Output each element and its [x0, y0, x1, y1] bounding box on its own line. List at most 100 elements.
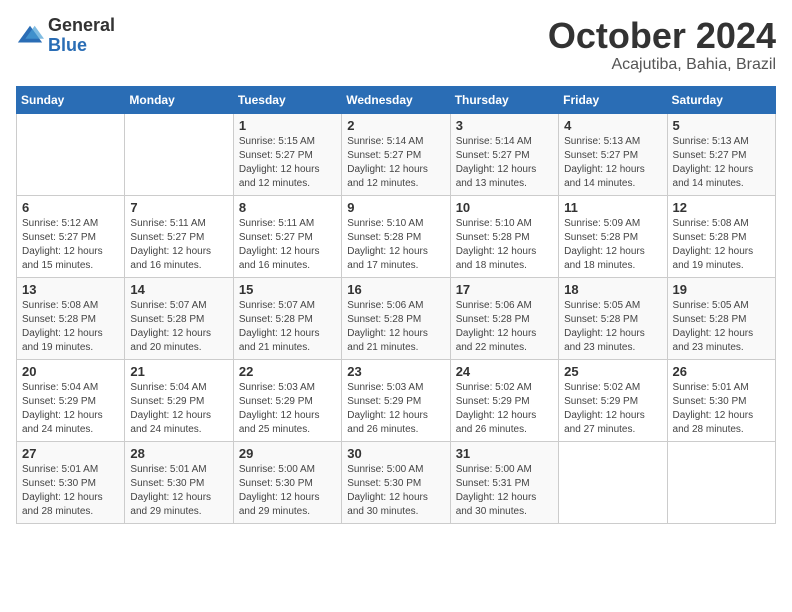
calendar-title: October 2024: [548, 16, 776, 56]
calendar-cell: 30Sunrise: 5:00 AMSunset: 5:30 PMDayligh…: [342, 441, 450, 523]
calendar-cell: [17, 113, 125, 195]
calendar-cell: 1 Sunrise: 5:15 AMSunset: 5:27 PMDaylight…: [233, 113, 341, 195]
calendar-cell: 10Sunrise: 5:10 AMSunset: 5:28 PMDayligh…: [450, 195, 558, 277]
calendar-cell: 17 Sunrise: 5:06 AMSunset: 5:28 PMDayligh…: [450, 277, 558, 359]
day-info: Sunrise: 5:06 AMSunset: 5:28 PMDaylight:…: [456, 299, 553, 355]
day-info: Sunrise: 5:10 AMSunset: 5:28 PMDaylight:…: [347, 217, 444, 273]
day-info: Sunrise: 5:13 AMSunset: 5:27 PMDaylight:…: [564, 135, 661, 191]
day-info: Sunrise: 5:00 AMSunset: 5:30 PMDaylight:…: [239, 463, 336, 519]
logo-icon: [16, 22, 44, 50]
day-number: 15: [239, 282, 336, 297]
day-number: 23: [347, 364, 444, 379]
calendar-cell: 4 Sunrise: 5:13 AMSunset: 5:27 PMDaylight…: [559, 113, 667, 195]
day-number: 9: [347, 200, 444, 215]
day-number: 4: [564, 118, 661, 133]
day-number: 10: [456, 200, 553, 215]
day-info: Sunrise: 5:03 AMSunset: 5:29 PMDaylight:…: [347, 381, 444, 437]
day-number: 17: [456, 282, 553, 297]
day-info: Sunrise: 5:01 AMSunset: 5:30 PMDaylight:…: [130, 463, 227, 519]
title-block: October 2024 Acajutiba, Bahia, Brazil: [548, 16, 776, 74]
calendar-cell: 20 Sunrise: 5:04 AMSunset: 5:29 PMDayligh…: [17, 359, 125, 441]
day-info: Sunrise: 5:04 AMSunset: 5:29 PMDaylight:…: [22, 381, 119, 437]
calendar-cell: 18Sunrise: 5:05 AMSunset: 5:28 PMDayligh…: [559, 277, 667, 359]
day-info: Sunrise: 5:05 AMSunset: 5:28 PMDaylight:…: [564, 299, 661, 355]
day-info: Sunrise: 5:14 AMSunset: 5:27 PMDaylight:…: [456, 135, 553, 191]
day-info: Sunrise: 5:07 AMSunset: 5:28 PMDaylight:…: [130, 299, 227, 355]
day-info: Sunrise: 5:15 AMSunset: 5:27 PMDaylight:…: [239, 135, 336, 191]
day-info: Sunrise: 5:02 AMSunset: 5:29 PMDaylight:…: [564, 381, 661, 437]
calendar-cell: 6Sunrise: 5:12 AMSunset: 5:27 PMDaylight…: [17, 195, 125, 277]
day-info: Sunrise: 5:08 AMSunset: 5:28 PMDaylight:…: [673, 217, 770, 273]
calendar-week-row: 20 Sunrise: 5:04 AMSunset: 5:29 PMDayligh…: [17, 359, 776, 441]
calendar-cell: 12 Sunrise: 5:08 AMSunset: 5:28 PMDayligh…: [667, 195, 775, 277]
calendar-week-row: 1 Sunrise: 5:15 AMSunset: 5:27 PMDaylight…: [17, 113, 776, 195]
calendar-cell: 28Sunrise: 5:01 AMSunset: 5:30 PMDayligh…: [125, 441, 233, 523]
day-number: 2: [347, 118, 444, 133]
logo-text: General Blue: [48, 16, 115, 56]
calendar-cell: 8 Sunrise: 5:11 AMSunset: 5:27 PMDaylight…: [233, 195, 341, 277]
calendar-cell: 23 Sunrise: 5:03 AMSunset: 5:29 PMDayligh…: [342, 359, 450, 441]
day-number: 26: [673, 364, 770, 379]
calendar-cell: [667, 441, 775, 523]
calendar-cell: 9 Sunrise: 5:10 AMSunset: 5:28 PMDaylight…: [342, 195, 450, 277]
calendar-cell: 31 Sunrise: 5:00 AMSunset: 5:31 PMDayligh…: [450, 441, 558, 523]
day-info: Sunrise: 5:01 AMSunset: 5:30 PMDaylight:…: [673, 381, 770, 437]
day-number: 20: [22, 364, 119, 379]
weekday-header: Wednesday: [342, 86, 450, 113]
calendar-cell: 22Sunrise: 5:03 AMSunset: 5:29 PMDayligh…: [233, 359, 341, 441]
calendar-cell: [559, 441, 667, 523]
weekday-header: Monday: [125, 86, 233, 113]
logo: General Blue: [16, 16, 115, 56]
day-info: Sunrise: 5:04 AMSunset: 5:29 PMDaylight:…: [130, 381, 227, 437]
day-number: 7: [130, 200, 227, 215]
day-number: 21: [130, 364, 227, 379]
calendar-cell: 13 Sunrise: 5:08 AMSunset: 5:28 PMDayligh…: [17, 277, 125, 359]
day-number: 12: [673, 200, 770, 215]
day-info: Sunrise: 5:06 AMSunset: 5:28 PMDaylight:…: [347, 299, 444, 355]
calendar-cell: 5Sunrise: 5:13 AMSunset: 5:27 PMDaylight…: [667, 113, 775, 195]
weekday-header-row: SundayMondayTuesdayWednesdayThursdayFrid…: [17, 86, 776, 113]
day-info: Sunrise: 5:09 AMSunset: 5:28 PMDaylight:…: [564, 217, 661, 273]
day-info: Sunrise: 5:11 AMSunset: 5:27 PMDaylight:…: [239, 217, 336, 273]
weekday-header: Sunday: [17, 86, 125, 113]
weekday-header: Friday: [559, 86, 667, 113]
day-info: Sunrise: 5:01 AMSunset: 5:30 PMDaylight:…: [22, 463, 119, 519]
day-number: 27: [22, 446, 119, 461]
calendar-cell: 14 Sunrise: 5:07 AMSunset: 5:28 PMDayligh…: [125, 277, 233, 359]
calendar-cell: 7Sunrise: 5:11 AMSunset: 5:27 PMDaylight…: [125, 195, 233, 277]
calendar-cell: 2 Sunrise: 5:14 AMSunset: 5:27 PMDaylight…: [342, 113, 450, 195]
calendar-cell: 21 Sunrise: 5:04 AMSunset: 5:29 PMDayligh…: [125, 359, 233, 441]
day-info: Sunrise: 5:14 AMSunset: 5:27 PMDaylight:…: [347, 135, 444, 191]
day-number: 5: [673, 118, 770, 133]
day-number: 25: [564, 364, 661, 379]
calendar-cell: 25 Sunrise: 5:02 AMSunset: 5:29 PMDayligh…: [559, 359, 667, 441]
day-number: 16: [347, 282, 444, 297]
calendar-week-row: 6Sunrise: 5:12 AMSunset: 5:27 PMDaylight…: [17, 195, 776, 277]
day-number: 8: [239, 200, 336, 215]
day-info: Sunrise: 5:03 AMSunset: 5:29 PMDaylight:…: [239, 381, 336, 437]
weekday-header: Thursday: [450, 86, 558, 113]
day-number: 29: [239, 446, 336, 461]
day-info: Sunrise: 5:00 AMSunset: 5:31 PMDaylight:…: [456, 463, 553, 519]
day-number: 1: [239, 118, 336, 133]
day-number: 31: [456, 446, 553, 461]
calendar-cell: 27 Sunrise: 5:01 AMSunset: 5:30 PMDayligh…: [17, 441, 125, 523]
calendar-cell: 16 Sunrise: 5:06 AMSunset: 5:28 PMDayligh…: [342, 277, 450, 359]
day-info: Sunrise: 5:05 AMSunset: 5:28 PMDaylight:…: [673, 299, 770, 355]
day-number: 30: [347, 446, 444, 461]
calendar-cell: 11Sunrise: 5:09 AMSunset: 5:28 PMDayligh…: [559, 195, 667, 277]
day-number: 13: [22, 282, 119, 297]
calendar-week-row: 13 Sunrise: 5:08 AMSunset: 5:28 PMDayligh…: [17, 277, 776, 359]
calendar-cell: 15 Sunrise: 5:07 AMSunset: 5:28 PMDayligh…: [233, 277, 341, 359]
calendar-cell: 29 Sunrise: 5:00 AMSunset: 5:30 PMDayligh…: [233, 441, 341, 523]
calendar-subtitle: Acajutiba, Bahia, Brazil: [548, 56, 776, 74]
day-info: Sunrise: 5:08 AMSunset: 5:28 PMDaylight:…: [22, 299, 119, 355]
day-info: Sunrise: 5:02 AMSunset: 5:29 PMDaylight:…: [456, 381, 553, 437]
page-header: General Blue October 2024 Acajutiba, Bah…: [16, 16, 776, 74]
day-info: Sunrise: 5:07 AMSunset: 5:28 PMDaylight:…: [239, 299, 336, 355]
calendar-cell: 3Sunrise: 5:14 AMSunset: 5:27 PMDaylight…: [450, 113, 558, 195]
calendar-cell: 26 Sunrise: 5:01 AMSunset: 5:30 PMDayligh…: [667, 359, 775, 441]
weekday-header: Tuesday: [233, 86, 341, 113]
day-number: 14: [130, 282, 227, 297]
calendar-cell: 19Sunrise: 5:05 AMSunset: 5:28 PMDayligh…: [667, 277, 775, 359]
